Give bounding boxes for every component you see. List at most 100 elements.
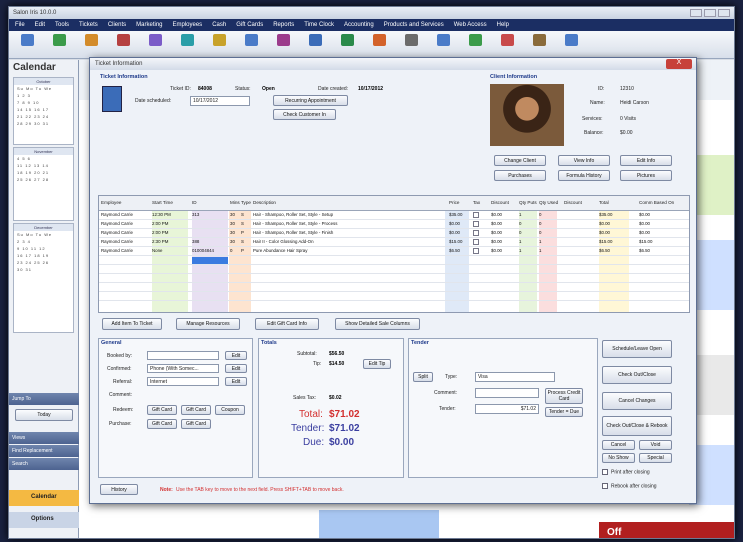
toolbar-button[interactable]: [527, 34, 551, 56]
menu-item[interactable]: Tools: [55, 22, 69, 28]
find-replacement-header[interactable]: Find Replacement: [9, 445, 79, 457]
column-header[interactable]: Discount: [491, 200, 509, 205]
column-header[interactable]: Comm Based On: [639, 200, 674, 205]
table-row[interactable]: Raymond Carrie 2:00 PM 30 P Hair - Shampoo, …: [99, 229, 689, 238]
check-out-close-rebook-button[interactable]: Check Out/Close & Rebook: [602, 416, 672, 436]
sidebar-item-calendar[interactable]: Calendar: [9, 490, 79, 506]
tax-checkbox[interactable]: [473, 230, 479, 236]
check-customer-in-button[interactable]: Check Customer In: [273, 109, 336, 120]
menu-item[interactable]: Cash: [212, 22, 226, 28]
table-row[interactable]: Raymond Carrie 2:30 PM 388 30 S Hair II - Col…: [99, 238, 689, 247]
change-client-button[interactable]: Change Client: [494, 155, 546, 166]
recurring-appointment-button[interactable]: Recurring Appointment: [273, 95, 348, 106]
toolbar-button[interactable]: [559, 34, 583, 56]
mini-calendar-december[interactable]: December Su Mo Tu We 2 3 49 10 11 12 16 17 …: [13, 223, 74, 333]
purchases-button[interactable]: Purchases: [494, 170, 546, 181]
toolbar-button[interactable]: [207, 34, 231, 56]
toolbar-button[interactable]: [239, 34, 263, 56]
tender-equals-due-button[interactable]: Tender = Due: [545, 407, 583, 417]
close-window-button[interactable]: [718, 9, 730, 17]
menu-item[interactable]: File: [15, 22, 25, 28]
column-header[interactable]: Type: [241, 200, 251, 205]
edit-info-button[interactable]: Edit Info: [620, 155, 672, 166]
show-detailed-sale-columns-button[interactable]: Show Detailed Sale Columns: [335, 318, 420, 330]
table-row[interactable]: [99, 256, 689, 265]
void-button[interactable]: Void: [639, 440, 672, 450]
booked-by-select[interactable]: [147, 351, 219, 360]
check-out-close-button[interactable]: Check Out/Close: [602, 366, 672, 384]
table-row[interactable]: [99, 274, 689, 283]
column-header[interactable]: Tax: [473, 200, 480, 205]
column-header[interactable]: Mins: [230, 200, 240, 205]
table-row[interactable]: Raymond Carrie 12:30 PM 313 30 S Hair - Shamp…: [99, 211, 689, 220]
rebook-after-closing-checkbox[interactable]: Rebook after closing: [602, 483, 657, 489]
redeem-gift-card-button[interactable]: Gift Card: [181, 405, 211, 415]
tax-checkbox[interactable]: [473, 212, 479, 218]
table-row[interactable]: Raymond Carrie 2:00 PM 30 S Hair - Shampoo, …: [99, 220, 689, 229]
column-header[interactable]: Qty Used: [539, 200, 558, 205]
toolbar-button[interactable]: [367, 34, 391, 56]
no-show-button[interactable]: No Show: [602, 453, 635, 463]
manage-resources-button[interactable]: Manage Resources: [176, 318, 240, 330]
menu-item[interactable]: Accounting: [344, 22, 374, 28]
table-row[interactable]: [99, 292, 689, 301]
column-header[interactable]: Discount: [564, 200, 582, 205]
toolbar-button[interactable]: [303, 34, 327, 56]
toolbar-button[interactable]: [47, 34, 71, 56]
toolbar-button[interactable]: [79, 34, 103, 56]
sidebar-item-options[interactable]: Options: [9, 512, 79, 528]
column-header[interactable]: Employee: [101, 200, 121, 205]
jump-to-header[interactable]: Jump To: [9, 393, 79, 405]
table-row[interactable]: Raymond Carrie None 010004844 0 P Pure Abunda…: [99, 247, 689, 256]
formula-history-button[interactable]: Formula History: [558, 170, 610, 181]
menu-item[interactable]: Web Access: [454, 22, 487, 28]
toolbar-button[interactable]: [271, 34, 295, 56]
toolbar-button[interactable]: [463, 34, 487, 56]
purchase-gift-card-button[interactable]: Gift Card: [181, 419, 211, 429]
menu-item[interactable]: Clients: [108, 22, 126, 28]
mini-calendar-october[interactable]: October Su Mo Tu We 1 2 37 8 9 10 14 15 16 …: [13, 77, 74, 145]
menu-item[interactable]: Help: [497, 22, 509, 28]
menu-item[interactable]: Marketing: [136, 22, 162, 28]
column-header[interactable]: Qty Puts: [519, 200, 537, 205]
tender-type-select[interactable]: Visa: [475, 372, 555, 382]
mini-calendar-november[interactable]: November 4 5 6 11 12 13 14 18 19 20 21 25 26…: [13, 147, 74, 221]
toolbar-button[interactable]: [335, 34, 359, 56]
column-header[interactable]: Start Time: [152, 200, 173, 205]
confirmed-select[interactable]: Phone (With Somec...: [147, 364, 219, 373]
pictures-button[interactable]: Pictures: [620, 170, 672, 181]
referral-select[interactable]: Internet: [147, 377, 219, 386]
toolbar-button[interactable]: [15, 34, 39, 56]
add-item-button[interactable]: Add Item To Ticket: [102, 318, 162, 330]
edit-button[interactable]: Edit: [225, 364, 247, 373]
date-scheduled-field[interactable]: 10/17/2012: [190, 96, 250, 106]
special-button[interactable]: Special: [639, 453, 672, 463]
split-button[interactable]: Split: [413, 372, 433, 382]
view-info-button[interactable]: View Info: [558, 155, 610, 166]
toolbar-button[interactable]: [399, 34, 423, 56]
column-header[interactable]: Price: [449, 200, 459, 205]
close-dialog-button[interactable]: X: [666, 59, 692, 69]
views-header[interactable]: Views: [9, 432, 79, 444]
column-header[interactable]: ID: [192, 200, 197, 205]
history-button[interactable]: History: [100, 484, 138, 495]
toolbar-button[interactable]: [431, 34, 455, 56]
selected-cell[interactable]: [192, 257, 228, 264]
toolbar-button[interactable]: [495, 34, 519, 56]
menu-item[interactable]: Products and Services: [384, 22, 444, 28]
table-row[interactable]: [99, 265, 689, 274]
minimize-button[interactable]: [690, 9, 702, 17]
search-header[interactable]: Search: [9, 458, 79, 470]
menu-item[interactable]: Gift Cards: [236, 22, 263, 28]
edit-button[interactable]: Edit: [225, 377, 247, 386]
tax-checkbox[interactable]: [473, 221, 479, 227]
tender-comment-field[interactable]: [475, 388, 539, 398]
toolbar-button[interactable]: [111, 34, 135, 56]
redeem-gift-card-button[interactable]: Gift Card: [147, 405, 177, 415]
menu-item[interactable]: Time Clock: [304, 22, 334, 28]
toolbar-button[interactable]: [143, 34, 167, 56]
tender-amount-field[interactable]: $71.02: [475, 404, 539, 414]
column-header[interactable]: Total: [599, 200, 609, 205]
edit-gift-card-button[interactable]: Edit Gift Card Info: [255, 318, 319, 330]
menu-item[interactable]: Employees: [173, 22, 203, 28]
